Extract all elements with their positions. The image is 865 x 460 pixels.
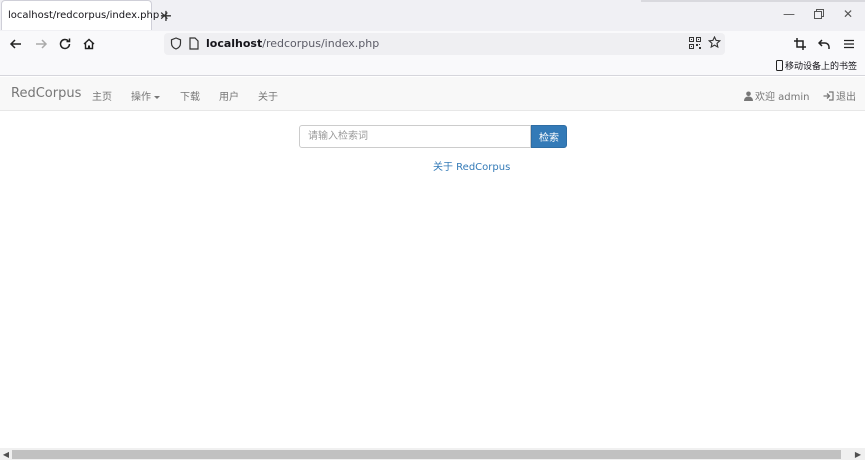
nav-operations-dropdown[interactable]: 操作 <box>131 88 160 103</box>
restore-icon[interactable] <box>808 4 830 24</box>
scroll-left-icon[interactable]: ◀ <box>1 449 11 459</box>
bookmark-star-icon[interactable] <box>707 35 722 52</box>
new-tab-icon[interactable]: + <box>157 6 175 25</box>
bookmarks-toolbar: 移动设备上的书签 <box>0 57 865 76</box>
nav-users[interactable]: 用户 <box>219 88 239 103</box>
forward-icon[interactable] <box>31 34 51 54</box>
tab-title: localhost/redcorpus/index.php <box>8 10 160 21</box>
window-drag-strip <box>641 0 865 2</box>
qr-code-icon[interactable] <box>689 37 701 52</box>
log-out-icon <box>823 91 834 101</box>
search-input[interactable] <box>299 125 531 148</box>
page-icon[interactable] <box>189 37 199 53</box>
nav-about[interactable]: 关于 <box>258 88 278 103</box>
browser-tab[interactable]: localhost/redcorpus/index.php ✕ <box>1 0 169 30</box>
nav-welcome-user[interactable]: 欢迎 admin <box>744 88 810 103</box>
menu-icon[interactable] <box>839 34 859 54</box>
url-path: /redcorpus/index.php <box>262 37 380 50</box>
url-host: localhost <box>206 37 263 50</box>
browser-toolbar: localhost/redcorpus/index.php <box>0 31 865 57</box>
logout-label: 退出 <box>836 92 856 103</box>
user-icon <box>744 91 753 101</box>
scroll-right-icon[interactable]: ▶ <box>853 449 863 459</box>
caret-down-icon <box>154 95 160 99</box>
url-text: localhost/redcorpus/index.php <box>206 37 379 50</box>
browser-tab-bar: localhost/redcorpus/index.php ✕ + — ✕ <box>0 0 865 31</box>
close-window-icon[interactable]: ✕ <box>837 4 859 24</box>
nav-logout[interactable]: 退出 <box>823 88 856 103</box>
mobile-bookmarks[interactable]: 移动设备上的书签 <box>775 59 857 72</box>
nav-home[interactable]: 主页 <box>92 88 112 103</box>
screenshot-icon[interactable] <box>790 34 810 54</box>
mobile-device-icon <box>775 60 783 71</box>
nav-download[interactable]: 下载 <box>180 88 200 103</box>
nav-operations-label: 操作 <box>131 92 151 103</box>
shield-icon[interactable] <box>170 37 182 53</box>
mobile-bookmarks-label: 移动设备上的书签 <box>784 62 857 72</box>
about-redcorpus-link[interactable]: 关于 RedCorpus <box>433 158 510 173</box>
reload-icon[interactable] <box>55 34 75 54</box>
scrollbar-thumb[interactable] <box>12 450 841 459</box>
url-bar[interactable]: localhost/redcorpus/index.php <box>164 33 725 55</box>
welcome-label: 欢迎 admin <box>755 92 810 103</box>
home-icon[interactable] <box>79 34 99 54</box>
minimize-icon[interactable]: — <box>778 4 800 24</box>
search-button[interactable]: 检索 <box>531 125 567 148</box>
undo-icon[interactable] <box>814 34 834 54</box>
brand-link[interactable]: RedCorpus <box>11 86 81 101</box>
back-icon[interactable] <box>6 34 26 54</box>
app-navbar: RedCorpus 主页 操作 下载 用户 关于 欢迎 admin 退出 <box>0 77 865 111</box>
horizontal-scrollbar[interactable]: ◀ ▶ <box>0 448 865 460</box>
